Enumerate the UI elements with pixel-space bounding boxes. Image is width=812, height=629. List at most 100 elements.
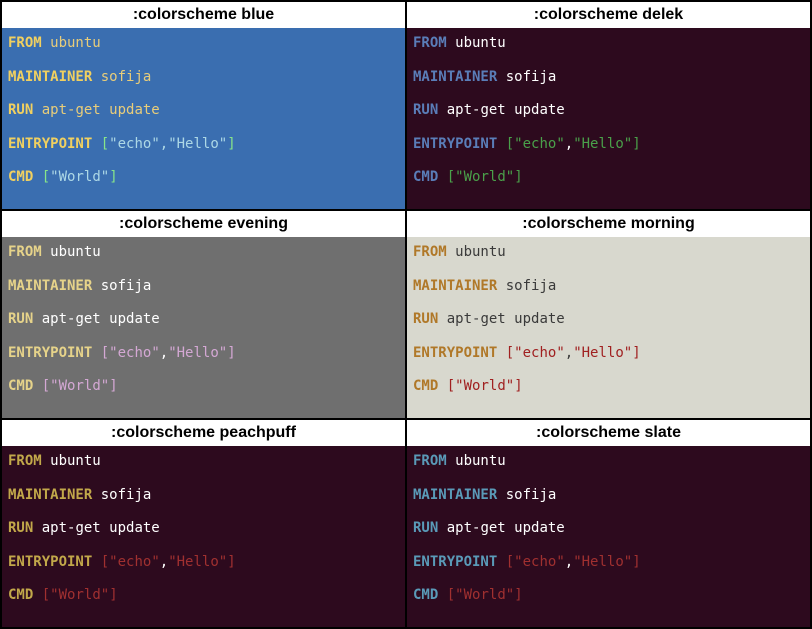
scheme-title: :colorscheme slate — [407, 420, 810, 446]
token-identifier: sofija — [497, 69, 556, 85]
scheme-cell: :colorscheme peachpuffFROM ubuntu MAINTA… — [1, 419, 406, 628]
code-line — [8, 298, 399, 308]
keyword: CMD — [8, 378, 33, 394]
token-string: "Hello" — [573, 554, 632, 570]
code-line — [8, 265, 399, 275]
keyword: FROM — [413, 244, 447, 260]
token-bracket: [ — [506, 136, 514, 152]
token-identifier: apt-get update — [438, 102, 564, 118]
keyword: MAINTAINER — [413, 69, 497, 85]
scheme-title: :colorscheme delek — [407, 2, 810, 28]
keyword: FROM — [8, 35, 42, 51]
scheme-cell: :colorscheme eveningFROM ubuntu MAINTAIN… — [1, 210, 406, 419]
keyword: ENTRYPOINT — [8, 345, 92, 361]
token-identifier: ubuntu — [42, 244, 101, 260]
token-text: , — [565, 345, 573, 361]
token-bracket: [ — [447, 378, 455, 394]
code-line: CMD ["World"] — [8, 375, 399, 399]
keyword: CMD — [8, 587, 33, 603]
keyword: ENTRYPOINT — [413, 136, 497, 152]
token-string: "Hello" — [573, 136, 632, 152]
token-string: "echo" — [514, 136, 565, 152]
code-line — [413, 366, 804, 376]
code-line: ENTRYPOINT ["echo","Hello"] — [413, 551, 804, 575]
token-text: , — [160, 136, 168, 152]
code-line — [413, 541, 804, 551]
token-text — [92, 136, 100, 152]
token-bracket: ] — [632, 554, 640, 570]
token-string: "Hello" — [573, 345, 632, 361]
token-string: "echo" — [514, 554, 565, 570]
token-string: "World" — [455, 169, 514, 185]
code-line — [8, 123, 399, 133]
code-line: CMD ["World"] — [413, 584, 804, 608]
token-text — [92, 554, 100, 570]
token-string: "Hello" — [168, 345, 227, 361]
keyword: MAINTAINER — [8, 487, 92, 503]
token-bracket: [ — [447, 169, 455, 185]
code-line: ENTRYPOINT ["echo","Hello"] — [413, 133, 804, 157]
token-bracket: ] — [632, 136, 640, 152]
scheme-cell: :colorscheme blueFROM ubuntu MAINTAINER … — [1, 1, 406, 210]
code-block: FROM ubuntu MAINTAINER sofija RUN apt-ge… — [2, 237, 405, 418]
code-line: MAINTAINER sofija — [8, 484, 399, 508]
code-line: MAINTAINER sofija — [8, 275, 399, 299]
token-bracket: ] — [227, 345, 235, 361]
token-identifier: ubuntu — [42, 453, 101, 469]
token-identifier: ubuntu — [42, 35, 101, 51]
keyword: CMD — [413, 169, 438, 185]
keyword: MAINTAINER — [413, 278, 497, 294]
scheme-cell: :colorscheme slateFROM ubuntu MAINTAINER… — [406, 419, 811, 628]
code-line — [413, 265, 804, 275]
keyword: MAINTAINER — [413, 487, 497, 503]
keyword: ENTRYPOINT — [8, 554, 92, 570]
code-line: MAINTAINER sofija — [413, 66, 804, 90]
code-line: FROM ubuntu — [8, 32, 399, 56]
token-text: , — [160, 554, 168, 570]
code-block: FROM ubuntu MAINTAINER sofija RUN apt-ge… — [2, 28, 405, 209]
token-identifier: apt-get update — [438, 520, 564, 536]
code-line: RUN apt-get update — [413, 99, 804, 123]
code-line: RUN apt-get update — [8, 308, 399, 332]
token-bracket: [ — [506, 345, 514, 361]
code-line: FROM ubuntu — [8, 450, 399, 474]
keyword: FROM — [8, 453, 42, 469]
token-bracket: [ — [506, 554, 514, 570]
token-text: , — [565, 554, 573, 570]
code-line: ENTRYPOINT ["echo","Hello"] — [8, 551, 399, 575]
keyword: RUN — [413, 311, 438, 327]
token-string: "World" — [455, 587, 514, 603]
token-bracket: [ — [42, 587, 50, 603]
token-bracket: ] — [109, 378, 117, 394]
keyword: FROM — [413, 35, 447, 51]
keyword: CMD — [8, 169, 33, 185]
keyword: RUN — [413, 102, 438, 118]
token-identifier: sofija — [497, 278, 556, 294]
keyword: RUN — [8, 520, 33, 536]
code-line — [8, 366, 399, 376]
code-line — [413, 298, 804, 308]
scheme-title: :colorscheme blue — [2, 2, 405, 28]
scheme-title: :colorscheme evening — [2, 211, 405, 237]
code-line: ENTRYPOINT ["echo","Hello"] — [8, 342, 399, 366]
keyword: CMD — [413, 587, 438, 603]
token-string: "echo" — [109, 554, 160, 570]
token-identifier: apt-get update — [438, 311, 564, 327]
code-line — [8, 474, 399, 484]
code-line: MAINTAINER sofija — [413, 275, 804, 299]
code-block: FROM ubuntu MAINTAINER sofija RUN apt-ge… — [407, 28, 810, 209]
code-line: CMD ["World"] — [413, 375, 804, 399]
token-bracket: ] — [227, 554, 235, 570]
code-block: FROM ubuntu MAINTAINER sofija RUN apt-ge… — [2, 446, 405, 627]
code-line — [413, 89, 804, 99]
code-line — [413, 332, 804, 342]
keyword: MAINTAINER — [8, 278, 92, 294]
code-line — [8, 575, 399, 585]
code-line — [413, 56, 804, 66]
code-line: RUN apt-get update — [413, 517, 804, 541]
token-identifier: ubuntu — [447, 453, 506, 469]
token-bracket: ] — [514, 169, 522, 185]
token-bracket: [ — [42, 378, 50, 394]
code-block: FROM ubuntu MAINTAINER sofija RUN apt-ge… — [407, 446, 810, 627]
token-text — [33, 378, 41, 394]
